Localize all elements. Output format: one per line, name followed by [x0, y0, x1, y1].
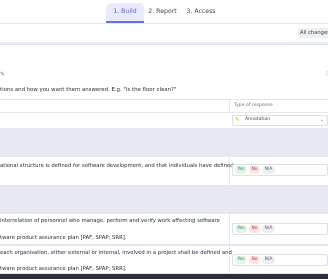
chevron-down-icon[interactable]: ⌄ [320, 116, 324, 124]
column-divider [229, 156, 230, 186]
tab-report[interactable]: 2. Report [147, 3, 178, 23]
response-na-chip: N/A [262, 166, 275, 174]
question-text[interactable]: ational structure is defined for softwar… [0, 162, 234, 170]
section-divider [0, 186, 328, 213]
response-no-chip: No [249, 256, 260, 264]
response-na-chip: N/A [262, 256, 275, 264]
response-yes-chip: Yes [235, 256, 247, 264]
annotation-icon: ✎ [235, 117, 240, 123]
tab-build[interactable]: 1. Build [106, 3, 144, 23]
response-no-chip: No [249, 166, 260, 174]
column-divider [229, 213, 230, 245]
section-divider [0, 129, 328, 156]
title-page-description[interactable]: tions and how you want them answered. E.… [0, 87, 176, 93]
question-text[interactable]: interrelation of personnel who manage, p… [0, 217, 220, 225]
question-text-line[interactable]: tware product assurance plan [PAF, SPAP;… [0, 234, 127, 242]
more-options-icon[interactable]: ⋮ [324, 71, 328, 77]
table-header-row [0, 99, 328, 113]
response-na-chip: N/A [262, 225, 275, 233]
question-text-line[interactable]: tware product assurance plan [PAF, SPAP;… [0, 265, 127, 273]
response-type-label: Annotation [245, 117, 271, 122]
tab-access[interactable]: 3. Access [183, 3, 219, 23]
toolbar-strip [0, 24, 328, 42]
pencil-icon[interactable]: ✎ [0, 72, 6, 78]
response-yes-chip: Yes [235, 225, 247, 233]
save-status-badge: All changes s [298, 28, 328, 38]
response-yes-chip: Yes [235, 166, 247, 174]
type-of-response-header: Type of response [234, 103, 273, 108]
response-no-chip: No [249, 225, 260, 233]
bottom-edge [0, 274, 328, 279]
question-text[interactable]: each organisation, either external or in… [0, 249, 232, 257]
